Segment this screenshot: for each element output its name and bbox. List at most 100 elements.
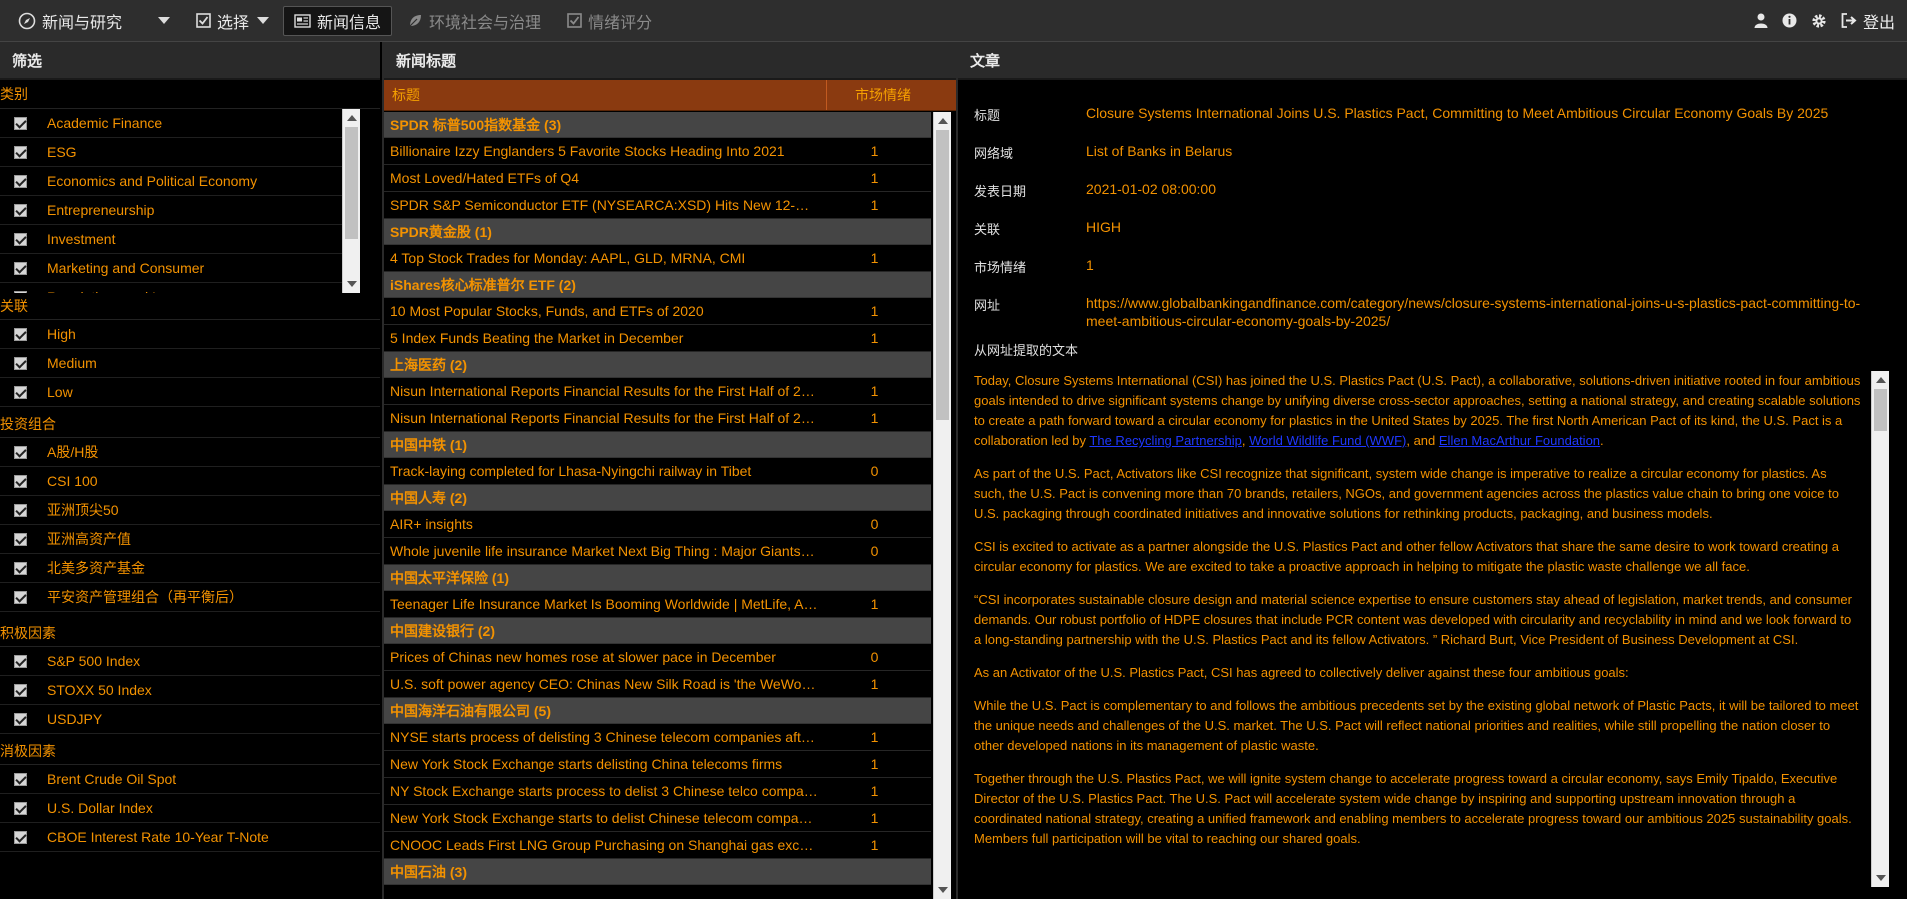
portfolio-row[interactable]: A股/H股: [0, 438, 380, 467]
scrollbar-thumb[interactable]: [1874, 389, 1887, 431]
checkbox-checked[interactable]: [14, 474, 27, 488]
checkbox-checked[interactable]: [14, 683, 27, 697]
news-group-row[interactable]: SPDR 标普500指数基金 (3): [384, 112, 931, 138]
news-group-row[interactable]: 中国建设银行 (2): [384, 618, 931, 644]
checkbox-checked[interactable]: [14, 232, 27, 246]
checkbox-checked[interactable]: [14, 356, 27, 370]
news-row[interactable]: Billionaire Izzy Englanders 5 Favorite S…: [384, 138, 931, 165]
link-wwf[interactable]: World Wildlife Fund (WWF): [1249, 433, 1406, 448]
news-row[interactable]: Most Loved/Hated ETFs of Q4 1: [384, 165, 931, 192]
portfolio-row[interactable]: 平安资产管理组合（再平衡后）: [0, 583, 380, 612]
news-group-row[interactable]: iShares核心标准普尔 ETF (2): [384, 272, 931, 298]
tab-sentiment-score[interactable]: 情绪评分: [557, 7, 662, 35]
column-header-sentiment[interactable]: 市场情绪: [827, 85, 939, 105]
scrollbar-thumb[interactable]: [936, 130, 949, 420]
scroll-up-icon[interactable]: [347, 115, 357, 121]
news-row[interactable]: Prices of Chinas new homes rose at slowe…: [384, 644, 931, 671]
checkbox-checked[interactable]: [14, 590, 27, 604]
negative-factor-row[interactable]: U.S. Dollar Index: [0, 794, 380, 823]
app-menu-button[interactable]: 新闻与研究: [8, 7, 180, 35]
news-group-row[interactable]: 上海医药 (2): [384, 352, 931, 378]
checkbox-checked[interactable]: [14, 261, 27, 275]
logout-button[interactable]: 登出: [1841, 9, 1895, 33]
gear-icon[interactable]: [1811, 13, 1827, 29]
category-row[interactable]: Marketing and Consumer: [0, 254, 360, 283]
checkbox-checked[interactable]: [14, 654, 27, 668]
negative-factor-row[interactable]: Brent Crude Oil Spot: [0, 765, 380, 794]
link-recycling-partnership[interactable]: The Recycling Partnership: [1089, 433, 1241, 448]
portfolio-row[interactable]: 亚洲高资产值: [0, 525, 380, 554]
negative-factor-row[interactable]: CBOE Interest Rate 10-Year T-Note: [0, 823, 380, 852]
checkbox-checked[interactable]: [14, 503, 27, 517]
news-group-row[interactable]: SPDR黄金股 (1): [384, 219, 931, 245]
news-row[interactable]: 10 Most Popular Stocks, Funds, and ETFs …: [384, 298, 931, 325]
news-row[interactable]: New York Stock Exchange starts delisting…: [384, 751, 931, 778]
relevance-row[interactable]: Low: [0, 378, 380, 407]
article-scrollbar[interactable]: [1871, 371, 1889, 887]
news-group-row[interactable]: 中国石油 (3): [384, 859, 931, 885]
column-header-title[interactable]: 标题: [384, 80, 827, 110]
scrollbar-thumb[interactable]: [345, 127, 358, 239]
category-row[interactable]: ESG: [0, 138, 360, 167]
news-row[interactable]: 5 Index Funds Beating the Market in Dece…: [384, 325, 931, 352]
news-row[interactable]: CNOOC Leads First LNG Group Purchasing o…: [384, 832, 931, 859]
news-group-row[interactable]: 中国海洋石油有限公司 (5): [384, 698, 931, 724]
news-row[interactable]: Track-laying completed for Lhasa-Nyingch…: [384, 458, 931, 485]
scroll-up-icon[interactable]: [938, 118, 948, 124]
checkbox-checked[interactable]: [14, 327, 27, 341]
checkbox-checked[interactable]: [14, 174, 27, 188]
news-row[interactable]: AIR+ insights 0: [384, 511, 931, 538]
news-row[interactable]: Nisun International Reports Financial Re…: [384, 405, 931, 432]
tab-news-info[interactable]: 新闻信息: [283, 5, 393, 36]
news-row[interactable]: NY Stock Exchange starts process to deli…: [384, 778, 931, 805]
checkbox-checked[interactable]: [14, 830, 27, 844]
checkbox-checked[interactable]: [14, 385, 27, 399]
news-row[interactable]: NYSE starts process of delisting 3 Chine…: [384, 724, 931, 751]
link-ellen-macarthur[interactable]: Ellen MacArthur Foundation: [1439, 433, 1600, 448]
news-group-row[interactable]: 中国人寿 (2): [384, 485, 931, 511]
news-row[interactable]: 4 Top Stock Trades for Monday: AAPL, GLD…: [384, 245, 931, 272]
checkbox-checked[interactable]: [14, 290, 27, 293]
category-row[interactable]: Economics and Political Economy: [0, 167, 360, 196]
portfolio-row[interactable]: 亚洲顶尖50: [0, 496, 380, 525]
checkbox-checked[interactable]: [14, 712, 27, 726]
checkbox-checked[interactable]: [14, 116, 27, 130]
scroll-down-icon[interactable]: [938, 887, 948, 893]
checkbox-checked[interactable]: [14, 203, 27, 217]
category-row[interactable]: Regulations and Law: [0, 283, 360, 293]
scroll-down-icon[interactable]: [1876, 875, 1886, 881]
scroll-up-icon[interactable]: [1876, 377, 1886, 383]
checkbox-checked[interactable]: [14, 145, 27, 159]
news-row[interactable]: Whole juvenile life insurance Market Nex…: [384, 538, 931, 565]
info-icon[interactable]: [1782, 13, 1797, 28]
category-scrollbar[interactable]: [342, 109, 360, 293]
news-group-row[interactable]: 中国中铁 (1): [384, 432, 931, 458]
checkbox-checked[interactable]: [14, 532, 27, 546]
category-row[interactable]: Investment: [0, 225, 360, 254]
positive-factor-row[interactable]: USDJPY: [0, 705, 380, 734]
news-row[interactable]: Nisun International Reports Financial Re…: [384, 378, 931, 405]
category-row[interactable]: Academic Finance: [0, 109, 360, 138]
relevance-row[interactable]: Medium: [0, 349, 380, 378]
checkbox-checked[interactable]: [14, 561, 27, 575]
relevance-row[interactable]: High: [0, 320, 380, 349]
news-row[interactable]: U.S. soft power agency CEO: Chinas New S…: [384, 671, 931, 698]
select-menu-button[interactable]: 选择: [186, 7, 279, 35]
category-row[interactable]: Entrepreneurship: [0, 196, 360, 225]
portfolio-row[interactable]: 北美多资产基金: [0, 554, 380, 583]
extracted-text-box[interactable]: Today, Closure Systems International (CS…: [974, 371, 1889, 887]
news-group-row[interactable]: 中国太平洋保险 (1): [384, 565, 931, 591]
portfolio-row[interactable]: CSI 100: [0, 467, 380, 496]
checkbox-checked[interactable]: [14, 772, 27, 786]
positive-factor-row[interactable]: S&P 500 Index: [0, 647, 380, 676]
article-field-value[interactable]: https://www.globalbankingandfinance.com/…: [1086, 294, 1889, 330]
tab-esg[interactable]: 环境社会与治理: [398, 7, 551, 35]
news-scrollbar[interactable]: [933, 112, 951, 899]
news-row[interactable]: Teenager Life Insurance Market Is Boomin…: [384, 591, 931, 618]
scroll-down-icon[interactable]: [347, 281, 357, 287]
checkbox-checked[interactable]: [14, 445, 27, 459]
checkbox-checked[interactable]: [14, 801, 27, 815]
category-list[interactable]: Academic Finance ESG Economics and Politic…: [0, 109, 360, 293]
user-icon[interactable]: [1754, 13, 1768, 28]
news-table-body[interactable]: SPDR 标普500指数基金 (3) Billionaire Izzy Engla…: [384, 112, 956, 899]
